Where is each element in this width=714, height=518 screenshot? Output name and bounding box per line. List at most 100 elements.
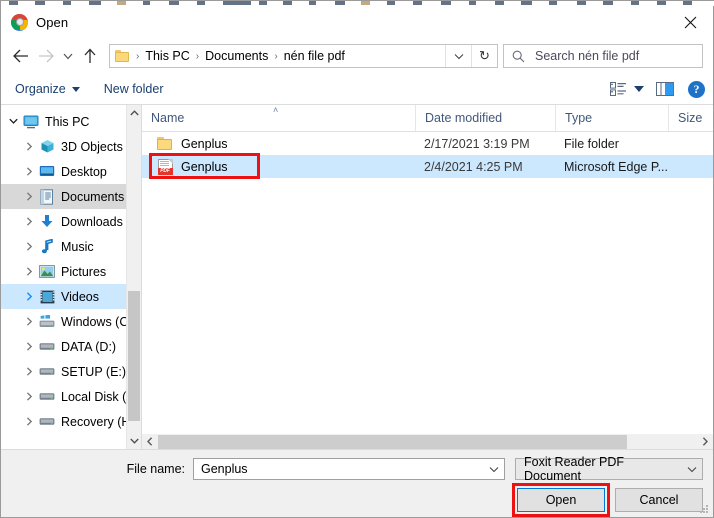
column-header-date-label: Date modified <box>425 111 503 125</box>
open-button[interactable]: Open <box>517 488 605 512</box>
table-row[interactable]: PDF Genplus 2/4/2021 4:25 PM Microsoft E… <box>142 153 713 179</box>
file-name-cell: PDF Genplus <box>142 155 415 178</box>
sidebar-item-label: DATA (D:) <box>61 339 117 354</box>
chevron-right-icon[interactable] <box>21 417 37 426</box>
horizontal-scrollbar-thumb[interactable] <box>158 434 627 449</box>
file-name-input[interactable]: Genplus <box>193 458 505 480</box>
sidebar-item-3d-objects[interactable]: 3D Objects <box>1 134 127 159</box>
sidebar-scrollbar-thumb[interactable] <box>128 291 140 421</box>
chevron-up-icon[interactable] <box>127 105 141 121</box>
sidebar-item-label: Videos <box>61 289 99 304</box>
chevron-down-icon[interactable] <box>5 118 21 125</box>
chevron-right-icon[interactable] <box>21 392 37 401</box>
sidebar-item-label: Documents <box>61 189 125 204</box>
sidebar-item-data-d[interactable]: DATA (D:) <box>1 334 127 359</box>
chevron-right-icon[interactable] <box>21 342 37 351</box>
chevron-right-icon[interactable] <box>21 367 37 376</box>
file-size-cell <box>668 155 713 178</box>
sidebar-item-local-disk-f[interactable]: Local Disk (F:) <box>1 384 141 409</box>
resize-grip-icon[interactable] <box>699 504 709 514</box>
column-header-name-label: Name <box>151 111 185 125</box>
chevron-right-icon[interactable] <box>21 292 37 301</box>
navigation-pane: This PC 3D Objects Desktop Documents Dow… <box>1 105 142 449</box>
file-name-label: File name: <box>126 462 185 476</box>
search-input[interactable]: Search nén file pdf <box>503 44 703 68</box>
help-glyph: ? <box>693 81 700 96</box>
sidebar-item-pictures[interactable]: Pictures <box>1 259 127 284</box>
folder-tree: This PC 3D Objects Desktop Documents Dow… <box>1 109 141 434</box>
organize-label: Organize <box>15 82 66 96</box>
refresh-icon[interactable]: ↻ <box>471 45 497 67</box>
file-name-label: Genplus <box>181 159 228 174</box>
file-type-cell: Microsoft Edge P... <box>564 159 668 174</box>
horizontal-scrollbar-track[interactable] <box>158 434 697 450</box>
chevron-right-icon[interactable] <box>21 317 37 326</box>
chevron-right-icon[interactable] <box>21 192 37 201</box>
file-date-cell: 2/17/2021 3:19 PM <box>424 136 530 151</box>
drive-icon <box>37 366 57 377</box>
open-button-wrapper: Open <box>512 483 610 517</box>
sidebar-item-windows-c[interactable]: Windows (C:) <box>1 309 136 334</box>
column-header-name[interactable]: Name ˄ <box>142 105 415 131</box>
chevron-down-icon[interactable] <box>484 466 504 473</box>
picture-icon <box>37 265 57 278</box>
sidebar-scrollbar[interactable] <box>126 105 141 449</box>
up-button[interactable] <box>77 43 103 69</box>
sidebar-item-setup-e[interactable]: SETUP (E:) <box>1 359 127 384</box>
command-toolbar: Organize New folder ? <box>1 74 713 104</box>
file-list-horizontal-scrollbar[interactable] <box>142 433 713 449</box>
column-header-size-label: Size <box>678 111 703 125</box>
chevron-right-icon[interactable] <box>21 142 37 151</box>
file-list-pane: Name ˄ Date modified Type Size Genplus 2… <box>142 105 713 449</box>
sidebar-item-downloads[interactable]: Downloads <box>1 209 127 234</box>
toolbar-right-group: ? <box>607 79 705 99</box>
sidebar-item-music[interactable]: Music <box>1 234 127 259</box>
cancel-button[interactable]: Cancel <box>615 488 703 512</box>
organize-button[interactable]: Organize <box>15 82 80 96</box>
breadcrumb-item-1[interactable]: Documents <box>203 49 270 63</box>
breadcrumb-item-0[interactable]: This PC <box>143 49 191 63</box>
view-options-icon[interactable] <box>607 79 629 99</box>
chevron-right-icon[interactable] <box>21 167 37 176</box>
chevron-right-icon[interactable] <box>21 217 37 226</box>
help-icon[interactable]: ? <box>688 80 705 98</box>
file-type-select[interactable]: Foxit Reader PDF Document <box>515 455 703 483</box>
chevron-right-icon[interactable] <box>697 434 713 450</box>
folder-icon <box>115 50 130 62</box>
breadcrumb[interactable]: › This PC › Documents › nén file pdf <box>110 49 445 63</box>
sidebar-item-documents[interactable]: Documents <box>1 184 127 209</box>
new-folder-button[interactable]: New folder <box>104 82 164 96</box>
file-type-cell: File folder <box>564 136 619 151</box>
chevron-down-icon[interactable] <box>445 45 471 67</box>
chevron-down-icon[interactable] <box>127 433 141 449</box>
chevron-down-icon[interactable] <box>634 86 644 92</box>
back-button[interactable] <box>7 43 33 69</box>
recent-locations-button[interactable] <box>59 43 77 69</box>
new-folder-label: New folder <box>103 82 164 96</box>
preview-pane-icon[interactable] <box>652 79 678 99</box>
column-header-date-modified[interactable]: Date modified <box>415 105 555 131</box>
dialog-footer: File name: Genplus Foxit Reader PDF Docu… <box>1 449 713 517</box>
chevron-left-icon[interactable] <box>142 434 158 450</box>
drive-icon <box>37 341 57 352</box>
chevron-right-icon[interactable] <box>21 242 37 251</box>
close-icon[interactable] <box>667 6 713 38</box>
sidebar-item-desktop[interactable]: Desktop <box>1 159 127 184</box>
sidebar-item-label: 3D Objects <box>61 139 123 154</box>
sidebar-item-recovery-h[interactable]: Recovery (H:) <box>1 409 138 434</box>
forward-button[interactable] <box>33 43 59 69</box>
chevron-right-icon[interactable] <box>21 267 37 276</box>
refresh-glyph: ↻ <box>479 48 490 63</box>
sidebar-item-videos[interactable]: Videos <box>1 284 127 309</box>
breadcrumb-item-2[interactable]: nén file pdf <box>282 49 347 63</box>
table-row[interactable]: Genplus 2/17/2021 3:19 PM File folder <box>142 132 713 155</box>
chevron-down-icon[interactable] <box>682 466 702 473</box>
file-name-row: File name: Genplus Foxit Reader PDF Docu… <box>1 455 703 483</box>
column-header-type[interactable]: Type <box>555 105 668 131</box>
address-bar[interactable]: › This PC › Documents › nén file pdf ↻ <box>109 44 498 68</box>
video-icon <box>37 290 57 304</box>
documents-icon <box>37 188 57 205</box>
sidebar-item-this-pc[interactable]: This PC <box>1 109 127 134</box>
column-header-size[interactable]: Size <box>668 105 713 131</box>
chrome-icon <box>11 13 28 31</box>
